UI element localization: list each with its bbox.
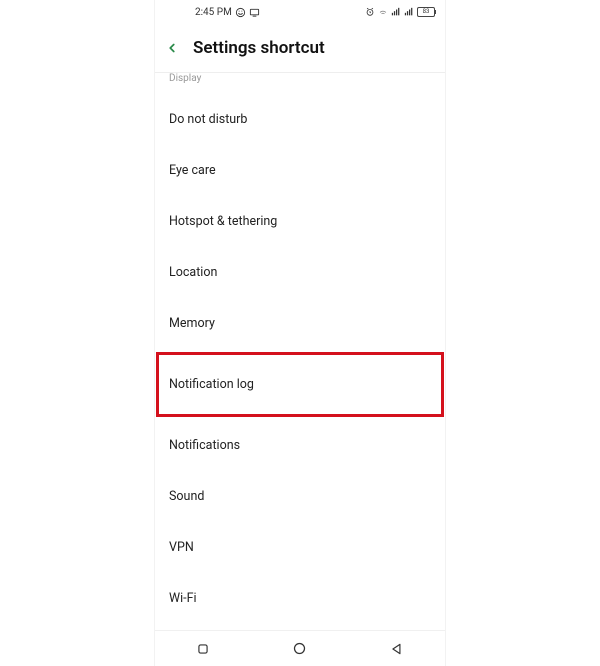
list-item-label: VPN [169,540,194,555]
list-item-notifications[interactable]: Notifications [155,420,445,471]
nav-recent-button[interactable] [195,641,211,657]
status-left: 2:45 PM [195,7,260,18]
list-item-label: Eye care [169,163,216,178]
phone-screen: 2:45 PM 83 Se [155,0,445,666]
status-bar: 2:45 PM 83 [155,0,445,24]
header-bar: Settings shortcut [155,24,445,73]
list-item-label: Sound [169,489,204,504]
list-item-sound[interactable]: Sound [155,471,445,522]
settings-list: Display Do not disturb Eye care Hotspot … [155,73,445,624]
nav-home-button[interactable] [292,641,308,657]
nav-bar [155,630,445,666]
signal-icon [391,7,401,17]
list-item-vpn[interactable]: VPN [155,522,445,573]
list-item-label: Wi-Fi [169,591,197,606]
status-time: 2:45 PM [195,7,232,18]
list-item-wifi[interactable]: Wi-Fi [155,573,445,624]
list-item-label: Notification log [169,377,254,392]
battery-icon: 83 [417,7,435,17]
nav-back-button[interactable] [389,641,405,657]
list-item-memory[interactable]: Memory [155,298,445,349]
whatsapp-icon [235,7,246,18]
alarm-icon [365,7,375,17]
list-item-hotspot[interactable]: Hotspot & tethering [155,196,445,247]
list-item-label: Hotspot & tethering [169,214,277,229]
cast-icon [249,7,260,18]
list-item-notification-log[interactable]: Notification log [157,353,443,416]
list-item-location[interactable]: Location [155,247,445,298]
back-icon[interactable] [165,36,179,60]
list-item-label: Location [169,265,217,280]
list-item-label: Memory [169,316,215,331]
signal-icon-2 [404,7,414,17]
list-item-eyecare[interactable]: Eye care [155,145,445,196]
list-item-dnd[interactable]: Do not disturb [155,94,445,145]
list-item-label: Display [169,73,201,84]
wifi-icon [378,7,388,17]
status-right: 83 [365,7,435,17]
page-title: Settings shortcut [193,38,325,58]
list-item-label: Do not disturb [169,112,247,127]
list-item-display[interactable]: Display [155,73,445,94]
list-item-label: Notifications [169,438,240,453]
